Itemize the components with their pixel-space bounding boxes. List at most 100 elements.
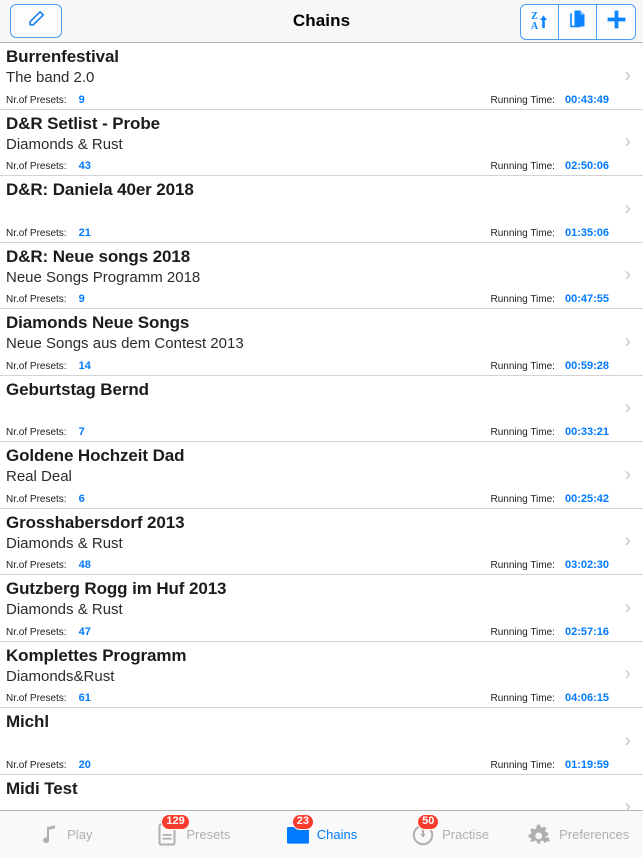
up-arrow-icon — [540, 15, 548, 28]
row-title: Goldene Hochzeit Dad — [6, 446, 185, 465]
tab-presets[interactable]: 129 Presets — [129, 811, 258, 858]
running-time-label: Running Time: — [490, 693, 555, 704]
presets-count: 48 — [78, 559, 91, 571]
row-title: D&R Setlist - Probe — [6, 113, 160, 133]
row-subtitle: Diamonds & Rust — [6, 534, 123, 552]
row-subtitle: Neue Songs Programm 2018 — [6, 268, 201, 286]
tab-label: Presets — [186, 827, 231, 842]
tab-preferences[interactable]: Preferences — [514, 811, 643, 858]
row-meta: Nr.of Presets: 9 Running Time: 00:47:55 — [6, 293, 609, 305]
presets-count: 7 — [78, 426, 85, 438]
presets-label: Nr.of Presets: — [6, 560, 67, 571]
disclosure-chevron-icon: › — [624, 397, 631, 419]
row-title: Michl — [6, 712, 49, 731]
presets-count: 14 — [78, 359, 91, 372]
table-row[interactable]: Midi Test › — [0, 775, 643, 811]
table-row[interactable]: D&R: Neue songs 2018 Neue Songs Programm … — [0, 243, 643, 309]
edit-button[interactable] — [10, 4, 62, 38]
table-row[interactable]: Burrenfestival The band 2.0 Nr.of Presets:… — [0, 43, 643, 110]
table-row[interactable]: Goldene Hochzeit Dad Real Deal Nr.of Prese… — [0, 442, 643, 509]
row-meta: Nr.of Presets: 9 Running Time: 00:43:49 — [6, 94, 609, 106]
running-time-value: 00:43:49 — [564, 93, 609, 106]
presets-label: Nr.of Presets: — [6, 493, 67, 505]
music-note-icon — [36, 822, 60, 848]
sort-button[interactable]: Z A — [521, 5, 559, 39]
presets-count: 6 — [78, 492, 85, 505]
running-time-label: Running Time: — [490, 560, 555, 571]
running-time-label: Running Time: — [490, 759, 555, 771]
table-row[interactable]: Grosshabersdorf 2013 Diamonds & Rust Nr.of… — [0, 509, 643, 575]
running-time-label: Running Time: — [490, 626, 555, 638]
disclosure-chevron-icon: › — [624, 264, 631, 286]
presets-label: Nr.of Presets: — [6, 161, 67, 172]
document-icon: 129 — [155, 813, 190, 848]
presets-label: Nr.of Presets: — [6, 294, 67, 305]
row-meta: Nr.of Presets: 6 Running Time: 00:25:42 — [6, 493, 609, 505]
row-title: Burrenfestival — [6, 47, 119, 66]
row-subtitle: Diamonds & Rust — [6, 601, 123, 618]
running-time-label: Running Time: — [490, 294, 555, 305]
add-button[interactable] — [597, 5, 635, 39]
tab-label: Play — [67, 827, 93, 842]
chains-list[interactable]: Burrenfestival The band 2.0 Nr.of Presets:… — [0, 43, 643, 810]
presets-count: 9 — [78, 293, 85, 305]
disclosure-chevron-icon: › — [624, 131, 631, 153]
table-row[interactable]: D&R Setlist - Probe Diamonds & Rust Nr.of … — [0, 110, 643, 176]
plus-icon — [606, 9, 627, 35]
gears-icon — [528, 824, 551, 844]
table-row[interactable]: Geburtstag Bernd Nr.of Presets: 7 Running T… — [0, 376, 643, 442]
row-subtitle — [6, 800, 609, 811]
row-meta: Nr.of Presets: 61 Running Time: 04:06:15 — [6, 692, 609, 704]
running-time-value: 03:02:30 — [564, 559, 609, 571]
running-time-label: Running Time: — [490, 427, 555, 438]
presets-label: Nr.of Presets: — [6, 227, 67, 239]
presets-label: Nr.of Presets: — [6, 693, 67, 704]
row-subtitle — [6, 201, 609, 220]
running-time-value: 04:06:15 — [564, 692, 609, 704]
duplicate-button[interactable] — [559, 5, 597, 39]
navigation-bar: Chains Z A — [0, 0, 643, 43]
row-subtitle — [6, 401, 609, 420]
tab-play[interactable]: Play — [0, 811, 129, 858]
presets-label: Nr.of Presets: — [6, 759, 67, 771]
table-row[interactable]: Diamonds Neue Songs Neue Songs aus dem Co… — [0, 309, 643, 376]
row-title: Midi Test — [6, 778, 78, 798]
presets-count: 21 — [78, 226, 91, 239]
presets-count: 47 — [78, 625, 91, 638]
pencil-icon — [27, 9, 46, 33]
disclosure-chevron-icon: › — [624, 730, 631, 752]
tab-label: Practise — [442, 827, 490, 842]
nav-right-group: Z A — [520, 4, 636, 40]
tab-practise[interactable]: 50 Practise — [386, 811, 515, 858]
row-title: D&R: Daniela 40er 2018 — [6, 180, 194, 199]
presets-count: 43 — [78, 160, 91, 172]
disclosure-chevron-icon: › — [624, 464, 631, 486]
row-subtitle: Real Deal — [6, 468, 72, 485]
badge: 129 — [161, 813, 190, 830]
row-meta: Nr.of Presets: 48 Running Time: 03:02:30 — [6, 559, 609, 571]
running-time-label: Running Time: — [490, 227, 555, 239]
running-time-label: Running Time: — [490, 161, 555, 172]
running-time-value: 02:50:06 — [564, 160, 609, 172]
table-row[interactable]: Michl Nr.of Presets: 20 Running Time: 01:19:… — [0, 708, 643, 775]
presets-count: 61 — [78, 692, 91, 704]
presets-label: Nr.of Presets: — [6, 360, 67, 372]
badge: 50 — [417, 813, 440, 830]
row-subtitle: Neue Songs aus dem Contest 2013 — [6, 335, 244, 352]
running-time-label: Running Time: — [490, 360, 555, 372]
tab-chains[interactable]: 23 Chains — [257, 811, 386, 858]
presets-label: Nr.of Presets: — [6, 427, 67, 438]
table-row[interactable]: Gutzberg Rogg im Huf 2013 Diamonds & Rust… — [0, 575, 643, 642]
row-title: Gutzberg Rogg im Huf 2013 — [6, 579, 227, 598]
gears-icon — [528, 822, 552, 848]
tab-label: Chains — [316, 827, 358, 842]
app-root: Chains Z A Burrenfestival The band 2.0 N… — [0, 0, 643, 858]
disclosure-chevron-icon: › — [624, 796, 631, 810]
disclosure-chevron-icon: › — [624, 65, 631, 87]
running-time-value: 00:59:28 — [564, 359, 609, 372]
table-row[interactable]: D&R: Daniela 40er 2018 Nr.of Presets: 21 Ru… — [0, 176, 643, 243]
row-subtitle — [6, 733, 609, 752]
metronome-icon: 50 — [411, 813, 440, 848]
running-time-value: 00:33:21 — [564, 426, 609, 438]
table-row[interactable]: Komplettes Programm Diamonds&Rust Nr.of Pr… — [0, 642, 643, 708]
